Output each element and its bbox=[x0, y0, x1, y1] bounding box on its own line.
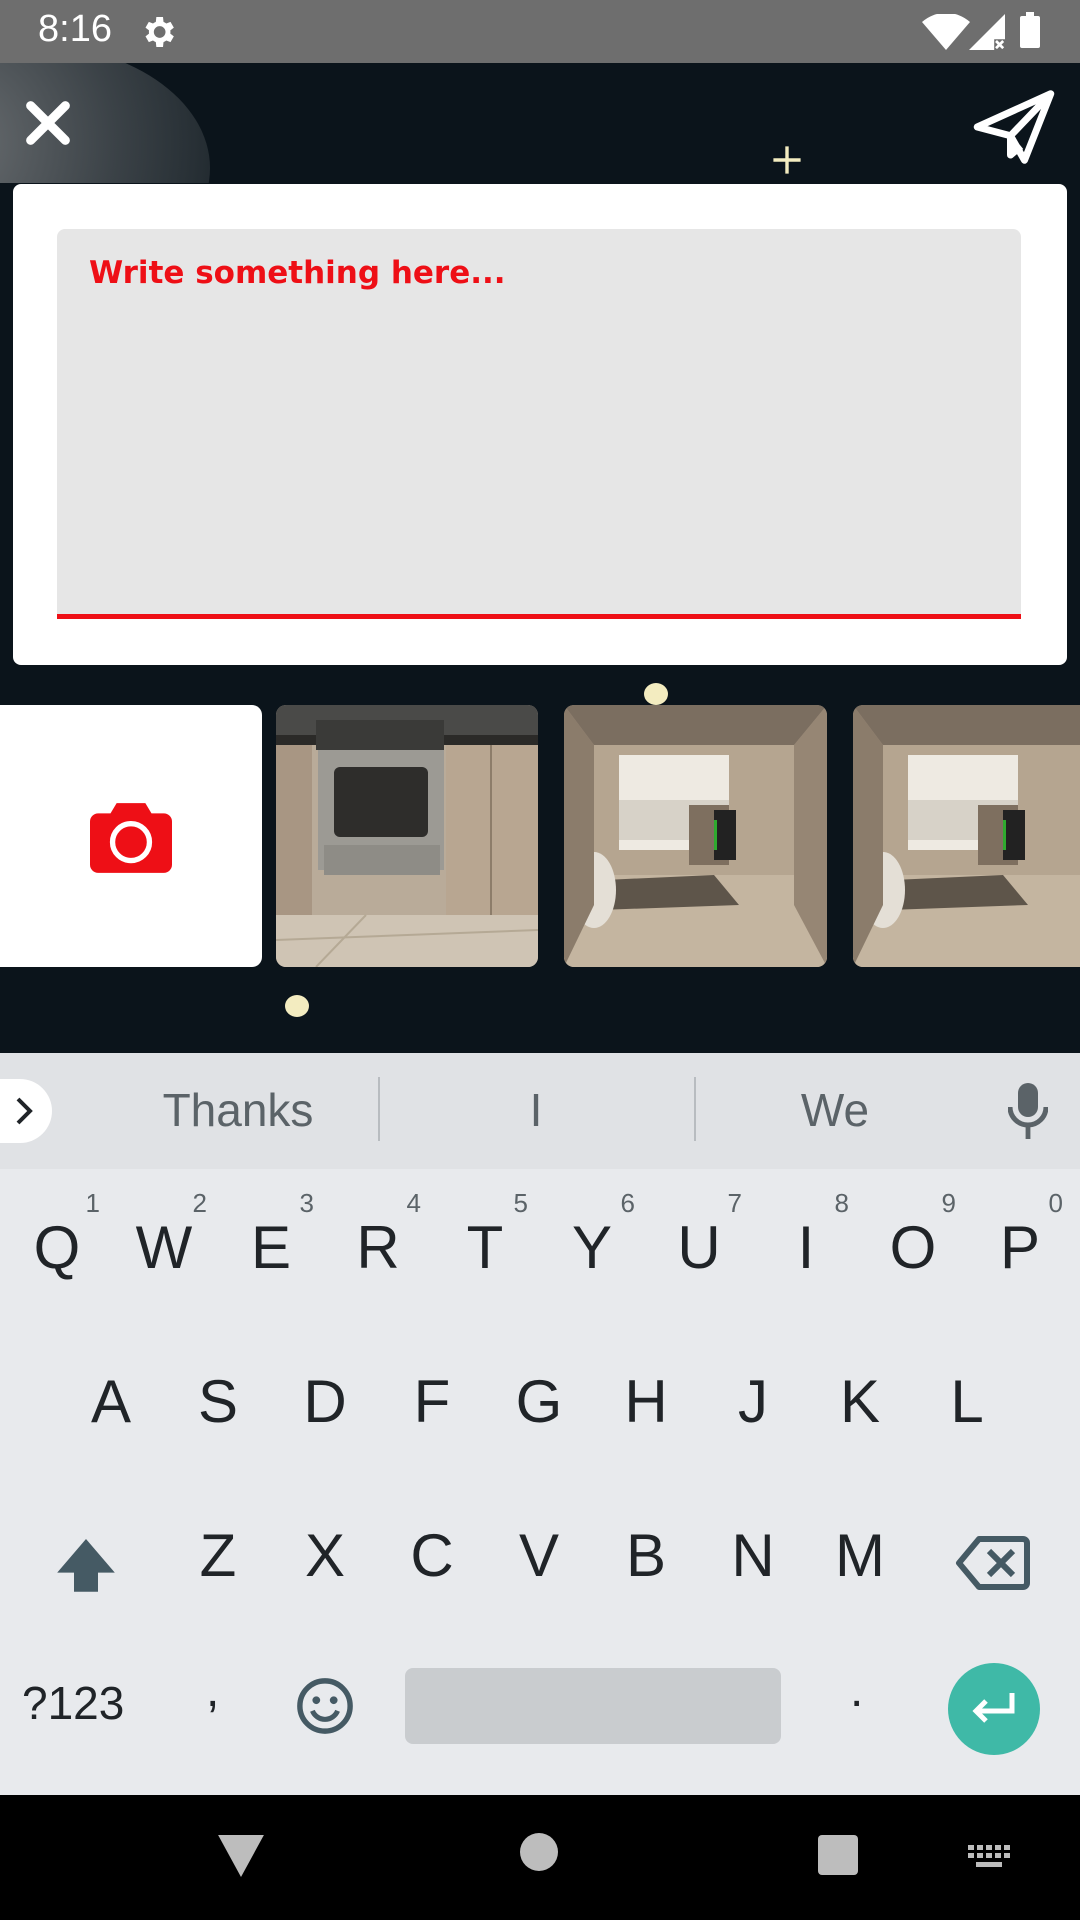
key-c[interactable]: C bbox=[379, 1496, 485, 1616]
divider bbox=[378, 1077, 380, 1141]
key-a[interactable]: A bbox=[58, 1342, 164, 1462]
post-text-input[interactable]: Write something here... bbox=[57, 229, 1021, 619]
divider bbox=[694, 1077, 696, 1141]
battery-icon bbox=[1020, 12, 1040, 48]
key-e[interactable]: E3 bbox=[218, 1188, 324, 1308]
key-o[interactable]: O9 bbox=[860, 1188, 966, 1308]
space-key[interactable] bbox=[405, 1668, 781, 1744]
key-n[interactable]: N bbox=[700, 1496, 806, 1616]
key-j[interactable]: J bbox=[700, 1342, 806, 1462]
backspace-icon[interactable] bbox=[955, 1523, 1031, 1603]
camera-tile[interactable] bbox=[0, 705, 262, 967]
key-h[interactable]: H bbox=[593, 1342, 699, 1462]
key-q[interactable]: Q1 bbox=[4, 1188, 110, 1308]
app-header bbox=[0, 63, 1080, 183]
key-label: Q bbox=[33, 1214, 81, 1281]
period-key[interactable]: . bbox=[850, 1663, 863, 1718]
key-z[interactable]: Z bbox=[165, 1496, 271, 1616]
living-room-image bbox=[853, 705, 1080, 967]
text-placeholder: Write something here... bbox=[89, 255, 506, 291]
status-time: 8:16 bbox=[38, 8, 112, 50]
enter-button[interactable] bbox=[948, 1663, 1040, 1755]
key-label: R bbox=[356, 1214, 400, 1281]
key-hint: 9 bbox=[941, 1188, 956, 1218]
key-t[interactable]: T5 bbox=[432, 1188, 538, 1308]
key-label: U bbox=[677, 1214, 721, 1281]
send-icon[interactable] bbox=[972, 87, 1056, 167]
expand-suggestions-button[interactable] bbox=[0, 1079, 52, 1143]
soft-keyboard: Thanks I We Q1 W2 E3 R4 T5 Y6 U7 I8 O9 P… bbox=[0, 1053, 1080, 1795]
kitchen-oven-image bbox=[276, 705, 538, 967]
emoji-icon[interactable] bbox=[296, 1677, 354, 1735]
key-m[interactable]: M bbox=[807, 1496, 913, 1616]
key-x[interactable]: X bbox=[272, 1496, 378, 1616]
key-l[interactable]: L bbox=[914, 1342, 1020, 1462]
key-hint: 1 bbox=[85, 1188, 100, 1218]
key-v[interactable]: V bbox=[486, 1496, 592, 1616]
nav-back-icon[interactable] bbox=[218, 1835, 264, 1877]
sparkle-icon bbox=[773, 146, 801, 174]
suggestion-bar: Thanks I We bbox=[0, 1053, 1080, 1169]
key-d[interactable]: D bbox=[272, 1342, 378, 1462]
key-label: T bbox=[466, 1214, 504, 1281]
key-hint: 6 bbox=[620, 1188, 635, 1218]
suggestion-item[interactable]: We bbox=[715, 1083, 955, 1137]
key-hint: 2 bbox=[192, 1188, 207, 1218]
key-b[interactable]: B bbox=[593, 1496, 699, 1616]
key-label: I bbox=[797, 1214, 815, 1281]
key-hint: 5 bbox=[513, 1188, 528, 1218]
suggestion-item[interactable]: Thanks bbox=[118, 1083, 358, 1137]
key-label: Y bbox=[571, 1214, 613, 1281]
key-label: W bbox=[135, 1214, 193, 1281]
wifi-icon bbox=[922, 14, 970, 50]
keyboard-switch-icon[interactable] bbox=[968, 1845, 1010, 1871]
decorative-dot bbox=[285, 995, 309, 1017]
key-label: O bbox=[889, 1214, 937, 1281]
key-u[interactable]: U7 bbox=[646, 1188, 752, 1308]
settings-gear-icon bbox=[145, 17, 174, 47]
key-i[interactable]: I8 bbox=[753, 1188, 859, 1308]
key-hint: 3 bbox=[299, 1188, 314, 1218]
key-p[interactable]: P0 bbox=[967, 1188, 1073, 1308]
decorative-dot bbox=[644, 683, 668, 705]
chevron-right-icon bbox=[16, 1097, 33, 1125]
key-g[interactable]: G bbox=[486, 1342, 592, 1462]
close-icon[interactable] bbox=[22, 97, 74, 149]
key-hint: 4 bbox=[406, 1188, 421, 1218]
status-bar: 8:16 bbox=[0, 0, 1080, 63]
key-hint: 0 bbox=[1048, 1188, 1063, 1218]
gallery-photo-kitchen[interactable] bbox=[276, 705, 538, 967]
shift-icon[interactable] bbox=[50, 1513, 122, 1613]
signal-icon bbox=[969, 14, 1005, 50]
camera-icon bbox=[90, 803, 172, 873]
key-hint: 7 bbox=[727, 1188, 742, 1218]
living-room-image bbox=[564, 705, 827, 967]
comma-key[interactable]: , bbox=[206, 1663, 219, 1718]
gallery-photo-living-room-2[interactable] bbox=[853, 705, 1080, 967]
composer-card: Write something here... bbox=[13, 184, 1067, 665]
nav-home-button[interactable] bbox=[520, 1833, 558, 1871]
key-label: P bbox=[999, 1214, 1041, 1281]
key-f[interactable]: F bbox=[379, 1342, 485, 1462]
key-w[interactable]: W2 bbox=[111, 1188, 217, 1308]
mic-icon[interactable] bbox=[1008, 1083, 1048, 1139]
symbols-key[interactable]: ?123 bbox=[22, 1676, 124, 1730]
key-label: E bbox=[250, 1214, 292, 1281]
key-r[interactable]: R4 bbox=[325, 1188, 431, 1308]
key-s[interactable]: S bbox=[165, 1342, 271, 1462]
key-k[interactable]: K bbox=[807, 1342, 913, 1462]
media-gallery bbox=[0, 705, 1080, 968]
gallery-photo-living-room[interactable] bbox=[564, 705, 827, 967]
key-y[interactable]: Y6 bbox=[539, 1188, 645, 1308]
enter-icon bbox=[972, 1693, 1015, 1723]
key-hint: 8 bbox=[834, 1188, 849, 1218]
suggestion-item[interactable]: I bbox=[416, 1083, 656, 1137]
system-nav-bar bbox=[0, 1795, 1080, 1920]
nav-recents-button[interactable] bbox=[818, 1835, 858, 1875]
